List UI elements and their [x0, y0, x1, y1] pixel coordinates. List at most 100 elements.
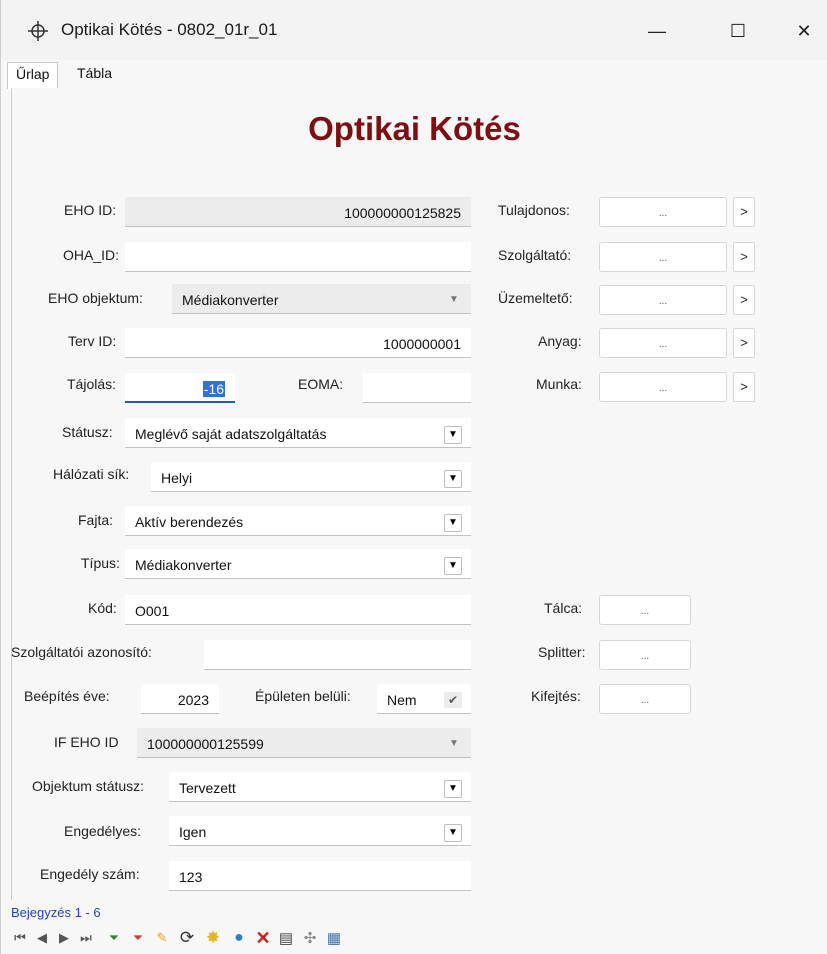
- remove-filter-icon[interactable]: ⏷: [127, 927, 149, 949]
- eho-objektum-value: Médiakonverter: [182, 292, 279, 308]
- beepites-eve-field[interactable]: 2023: [141, 684, 219, 714]
- dropdown-arrow-icon[interactable]: ▼: [444, 557, 462, 575]
- anyag-select-button[interactable]: ...: [599, 328, 727, 358]
- dropdown-arrow-icon[interactable]: ▼: [444, 426, 462, 444]
- fajta-value: Aktív berendezés: [135, 514, 244, 530]
- eoma-field[interactable]: [363, 373, 471, 403]
- if-eho-id-label: IF EHO ID: [54, 734, 119, 750]
- minimize-button[interactable]: —: [634, 12, 680, 50]
- talca-label: Tálca:: [544, 600, 583, 616]
- dropdown-arrow-icon[interactable]: ▼: [446, 292, 462, 308]
- szolgaltato-label: Szolgáltató:: [498, 247, 572, 263]
- fajta-label: Fajta:: [78, 512, 114, 528]
- beepites-eve-label: Beépítés éve:: [24, 688, 110, 704]
- window-title: Optikai Kötés - 0802_01r_01: [61, 20, 278, 39]
- eho-objektum-combo[interactable]: Médiakonverter ▼: [172, 284, 471, 314]
- tipus-label: Típus:: [81, 555, 120, 571]
- halozati-sik-combo[interactable]: Helyi ▼: [151, 462, 471, 492]
- title-bar: Optikai Kötés - 0802_01r_01 — ☐ ✕: [1, 0, 827, 60]
- engedely-szam-field[interactable]: 123: [169, 861, 471, 891]
- terv-id-label: Terv ID:: [68, 333, 117, 349]
- dropdown-arrow-icon[interactable]: ▼: [444, 470, 462, 488]
- engedely-szam-label: Engedély szám:: [40, 866, 140, 882]
- splitter-select-button[interactable]: ...: [599, 640, 691, 670]
- eho-id-field: 100000000125825: [125, 197, 471, 227]
- uzemelteto-label: Üzemeltető:: [498, 290, 573, 306]
- fajta-combo[interactable]: Aktív berendezés ▼: [125, 506, 471, 536]
- maximize-button[interactable]: ☐: [715, 12, 761, 50]
- last-record-icon[interactable]: ⏭: [77, 927, 95, 949]
- dropdown-arrow-icon[interactable]: ▼: [444, 824, 462, 842]
- tipus-value: Médiakonverter: [135, 557, 232, 573]
- eho-id-label: EHO ID:: [64, 202, 117, 218]
- engedelyes-value: Igen: [179, 824, 207, 840]
- anyag-go-button[interactable]: >: [733, 328, 755, 358]
- record-status: Bejegyzés 1 - 6: [11, 905, 101, 920]
- dropdown-arrow-icon[interactable]: ▼: [444, 780, 462, 798]
- new-record-icon[interactable]: ✸: [201, 927, 225, 949]
- splitter-label: Splitter:: [538, 644, 586, 660]
- kod-field[interactable]: O001: [125, 595, 471, 625]
- uzemelteto-go-button[interactable]: >: [733, 285, 755, 315]
- eoma-label: EOMA:: [298, 376, 344, 392]
- epuleten-beluli-value: Nem: [387, 692, 417, 708]
- tab-tabla[interactable]: Tábla: [69, 62, 120, 88]
- tajolas-field[interactable]: -16: [125, 373, 235, 403]
- tulajdonos-label: Tulajdonos:: [498, 202, 570, 218]
- checkmark-icon[interactable]: ✔: [444, 692, 462, 708]
- first-record-icon[interactable]: ⏮: [11, 927, 29, 949]
- print-icon[interactable]: ▤: [275, 927, 297, 949]
- uzemelteto-select-button[interactable]: ...: [599, 285, 727, 315]
- munka-go-button[interactable]: >: [733, 372, 755, 402]
- statusz-label: Státusz:: [62, 424, 113, 440]
- epuleten-beluli-field[interactable]: Nem ✔: [377, 684, 471, 714]
- kifejtes-select-button[interactable]: ...: [599, 684, 691, 714]
- refresh-icon[interactable]: ⟳: [175, 927, 199, 949]
- szolg-azon-field[interactable]: [204, 640, 471, 670]
- statusz-value: Meglévő saját adatszolgáltatás: [135, 426, 327, 442]
- tipus-combo[interactable]: Médiakonverter ▼: [125, 549, 471, 579]
- szolg-azon-label: Szolgáltatói azonosító:: [11, 644, 152, 660]
- terv-id-field[interactable]: 1000000001: [125, 328, 471, 358]
- talca-select-button[interactable]: ...: [599, 595, 691, 625]
- szolgaltato-select-button[interactable]: ...: [599, 242, 727, 272]
- move-icon: [28, 21, 48, 41]
- if-eho-id-value: 100000000125599: [147, 736, 264, 752]
- munka-label: Munka:: [536, 376, 582, 392]
- dropdown-arrow-icon[interactable]: ▼: [446, 736, 462, 752]
- next-record-icon[interactable]: ▶: [55, 927, 73, 949]
- if-eho-id-combo[interactable]: 100000000125599 ▼: [137, 728, 471, 758]
- form-title: Optikai Kötés: [308, 110, 521, 147]
- close-button[interactable]: ✕: [781, 12, 827, 50]
- objektum-statusz-combo[interactable]: Tervezett ▼: [169, 772, 471, 802]
- szolgaltato-go-button[interactable]: >: [733, 242, 755, 272]
- engedelyes-label: Engedélyes:: [64, 823, 142, 839]
- table-edit-icon[interactable]: ▦: [323, 927, 345, 949]
- halozati-sik-value: Helyi: [161, 470, 193, 486]
- epuleten-beluli-label: Épületen belüli:: [255, 688, 351, 704]
- globe-icon[interactable]: ●: [227, 927, 251, 949]
- edit-pencil-icon[interactable]: ✎: [151, 927, 173, 949]
- add-filter-icon[interactable]: ⏷: [103, 927, 125, 949]
- dropdown-arrow-icon[interactable]: ▼: [444, 514, 462, 532]
- kifejtes-label: Kifejtés:: [531, 688, 581, 704]
- munka-select-button[interactable]: ...: [599, 372, 727, 402]
- halozati-sik-label: Hálózati sík:: [53, 466, 130, 482]
- eho-objektum-label: EHO objektum:: [48, 290, 143, 306]
- engedelyes-combo[interactable]: Igen ▼: [169, 816, 471, 846]
- previous-record-icon[interactable]: ◀: [33, 927, 51, 949]
- tulajdonos-select-button[interactable]: ...: [599, 197, 727, 227]
- settings-icon[interactable]: ✣: [299, 927, 321, 949]
- tab-urlap[interactable]: Űrlap: [7, 62, 59, 89]
- oha-id-field[interactable]: [125, 242, 471, 272]
- tajolas-label: Tájolás:: [67, 376, 117, 392]
- app-window: Optikai Kötés - 0802_01r_01 — ☐ ✕ Űrlap …: [0, 0, 827, 954]
- tajolas-value: -16: [202, 381, 225, 397]
- statusz-combo[interactable]: Meglévő saját adatszolgáltatás ▼: [125, 418, 471, 448]
- objektum-statusz-value: Tervezett: [179, 780, 236, 796]
- anyag-label: Anyag:: [538, 333, 582, 349]
- tulajdonos-go-button[interactable]: >: [733, 197, 755, 227]
- objektum-statusz-label: Objektum státusz:: [32, 778, 145, 794]
- delete-icon[interactable]: ✕: [251, 927, 275, 949]
- kod-label: Kód:: [88, 600, 117, 616]
